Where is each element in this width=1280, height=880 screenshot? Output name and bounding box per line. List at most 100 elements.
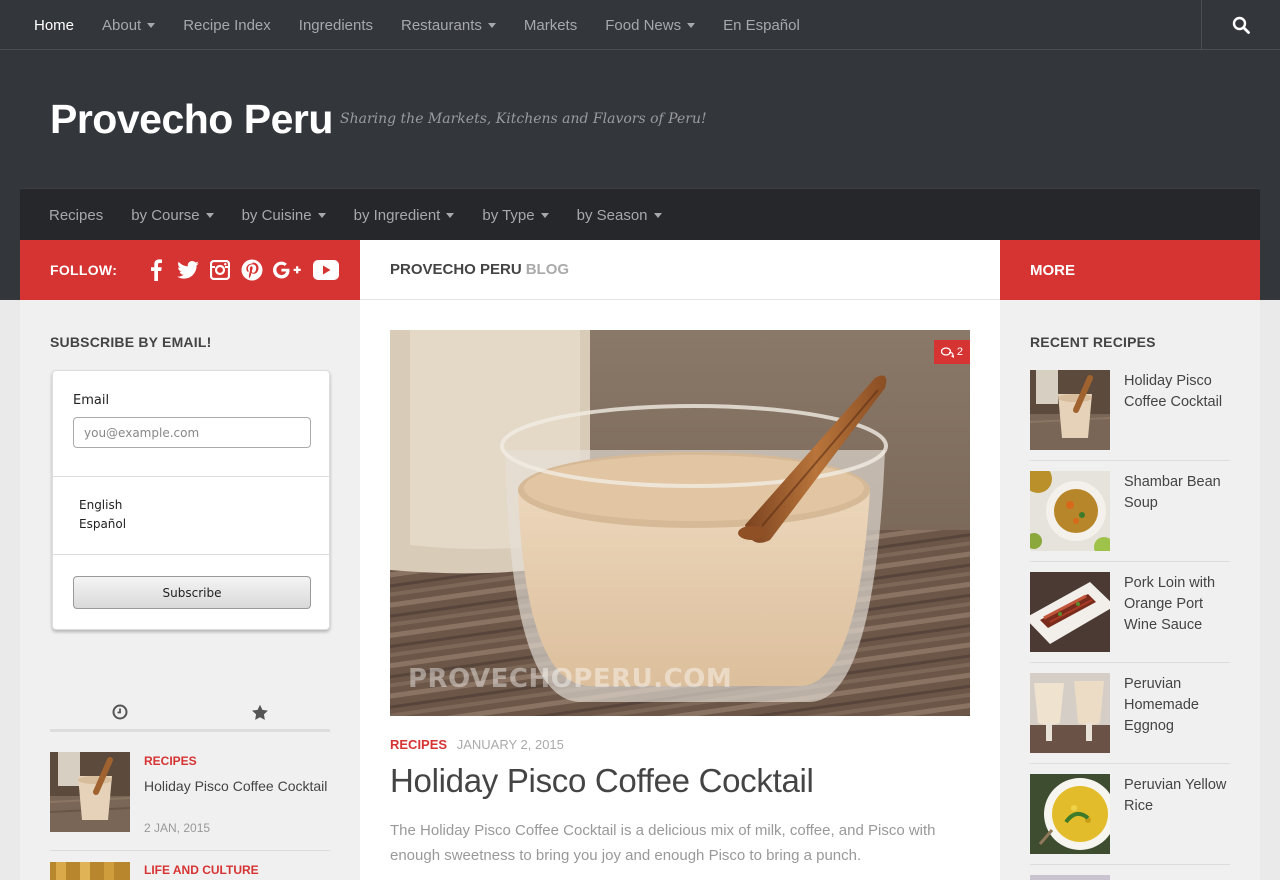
article-meta: RECIPES JANUARY 2, 2015 (390, 737, 564, 752)
top-navigation: Home About Recipe Index Ingredients Rest… (0, 0, 1280, 50)
recipe-nav-label: by Season (576, 206, 648, 224)
tab-recent[interactable] (50, 695, 190, 729)
divider (1030, 662, 1230, 663)
left-sidebar: SUBSCRIBE BY EMAIL! Email you@example.co… (20, 300, 360, 880)
site-header: Provecho Peru Sharing the Markets, Kitch… (0, 50, 1280, 188)
recent-recipe-item[interactable]: Peruvian Yellow Rice (1030, 774, 1230, 854)
caret-down-icon (687, 22, 696, 28)
recipe-title[interactable]: Peruvian Homemade Eggnog (1124, 674, 1232, 737)
recipe-nav-by-type[interactable]: by Type (468, 189, 562, 241)
caret-down-icon (317, 212, 326, 218)
caret-down-icon (205, 212, 214, 218)
recipe-thumbnail[interactable] (1030, 370, 1110, 450)
image-watermark: PROVECHOPERU.COM (408, 664, 733, 694)
recent-recipe-item[interactable]: Holiday Pisco Coffee Cocktail (1030, 370, 1230, 450)
site-title[interactable]: Provecho Peru (50, 96, 333, 143)
top-nav-home[interactable]: Home (20, 0, 88, 50)
post-thumbnail[interactable] (50, 862, 130, 880)
main-content: 2 PROVECHOPERU.COM RECIPES JANUARY 2, 20… (360, 300, 1000, 880)
sidebar-post[interactable]: RECIPES Holiday Pisco Coffee Cocktail 2 … (50, 752, 330, 835)
comments-icon (940, 346, 954, 358)
top-nav-label: Markets (523, 16, 578, 34)
top-nav-label: En Español (723, 16, 800, 34)
comment-count-badge[interactable]: 2 (933, 340, 970, 364)
blog-heading-name: PROVECHO PERU (390, 261, 522, 278)
article-date: JANUARY 2, 2015 (456, 737, 564, 752)
recipe-title[interactable]: Peruvian Yellow Rice (1124, 775, 1232, 817)
recipe-nav-label: Recipes (49, 206, 104, 224)
language-spanish-option[interactable]: Español (79, 517, 126, 531)
recipe-title[interactable]: Holiday Pisco Coffee Cocktail (1124, 371, 1232, 413)
top-nav-label: Recipe Index (183, 16, 271, 34)
top-nav-markets[interactable]: Markets (510, 0, 591, 50)
caret-down-icon (540, 212, 549, 218)
divider (1030, 864, 1230, 865)
recent-recipe-item[interactable]: Shambar Bean Soup (1030, 471, 1230, 551)
top-nav-about[interactable]: About (88, 0, 169, 50)
recipe-nav-label: by Ingredient (353, 206, 441, 224)
top-nav-label: Ingredients (298, 16, 373, 34)
recipe-nav-by-ingredient[interactable]: by Ingredient (340, 189, 469, 241)
article-title[interactable]: Holiday Pisco Coffee Cocktail (390, 762, 814, 800)
recipe-nav-by-season[interactable]: by Season (563, 189, 676, 241)
top-nav-label: About (102, 16, 142, 34)
facebook-icon[interactable] (145, 259, 167, 281)
recipe-thumbnail[interactable] (1030, 673, 1110, 753)
language-english-option[interactable]: English (79, 498, 122, 512)
recipe-nav-by-cuisine[interactable]: by Cuisine (228, 189, 340, 241)
recipe-thumbnail[interactable] (1030, 875, 1110, 880)
post-title[interactable]: Holiday Pisco Coffee Cocktail (144, 776, 330, 797)
divider (1030, 460, 1230, 461)
top-nav-label: Food News (605, 16, 682, 34)
search-button[interactable] (1201, 0, 1280, 50)
blog-heading-suffix: BLOG (525, 261, 570, 278)
caret-down-icon (446, 212, 455, 218)
recipe-nav-recipes[interactable]: Recipes (35, 189, 117, 241)
twitter-icon[interactable] (177, 259, 199, 281)
email-label: Email (73, 393, 110, 408)
featured-image[interactable]: 2 PROVECHOPERU.COM (390, 330, 970, 716)
post-category[interactable]: RECIPES (144, 754, 197, 768)
social-links (145, 259, 340, 281)
post-date: 2 JAN, 2015 (144, 821, 211, 835)
top-nav-food-news[interactable]: Food News (591, 0, 709, 50)
follow-label: FOLLOW: (50, 262, 118, 278)
recipe-nav-by-course[interactable]: by Course (117, 189, 227, 241)
post-thumbnail[interactable] (50, 752, 130, 832)
divider (53, 554, 329, 555)
top-nav-ingredients[interactable]: Ingredients (285, 0, 387, 50)
comment-count: 2 (956, 346, 963, 358)
recent-recipe-item[interactable]: Peruvian Homemade Eggnog (1030, 673, 1230, 753)
recipe-nav-list: Recipes by Course by Cuisine by Ingredie… (20, 189, 1260, 241)
post-category[interactable]: LIFE AND CULTURE (144, 863, 259, 877)
tab-popular[interactable] (190, 695, 330, 729)
recipe-nav-label: by Course (131, 206, 200, 224)
subscribe-button[interactable]: Subscribe (73, 576, 311, 609)
recent-recipe-item[interactable]: Pork Loin with Orange Port Wine Sauce (1030, 572, 1230, 652)
recipe-nav-label: by Cuisine (241, 206, 312, 224)
recipe-title[interactable]: Shambar Bean Soup (1124, 472, 1232, 514)
top-nav-restaurants[interactable]: Restaurants (387, 0, 510, 50)
caret-down-icon (487, 22, 496, 28)
recipe-thumbnail[interactable] (1030, 572, 1110, 652)
recipe-thumbnail[interactable] (1030, 471, 1110, 551)
caret-down-icon (653, 212, 662, 218)
google-plus-icon[interactable] (273, 259, 303, 281)
pinterest-icon[interactable] (241, 259, 263, 281)
top-nav-recipe-index[interactable]: Recipe Index (169, 0, 285, 50)
recipe-thumbnail[interactable] (1030, 774, 1110, 854)
top-nav-en-espanol[interactable]: En Español (709, 0, 814, 50)
subscribe-form: Email you@example.com English Español Su… (52, 370, 330, 630)
recipe-title[interactable]: Pork Loin with Orange Port Wine Sauce (1124, 573, 1232, 636)
instagram-icon[interactable] (209, 259, 231, 281)
search-icon (1232, 16, 1250, 34)
email-field[interactable]: you@example.com (73, 417, 311, 448)
star-icon (252, 704, 268, 720)
recipe-navigation: Recipes by Course by Cuisine by Ingredie… (20, 188, 1260, 240)
recent-recipes-title: RECENT RECIPES (1030, 334, 1156, 350)
youtube-icon[interactable] (313, 259, 340, 281)
sidebar-post[interactable]: LIFE AND CULTURE (50, 862, 330, 880)
article-category[interactable]: RECIPES (390, 737, 447, 752)
divider (1030, 763, 1230, 764)
divider (50, 850, 330, 851)
